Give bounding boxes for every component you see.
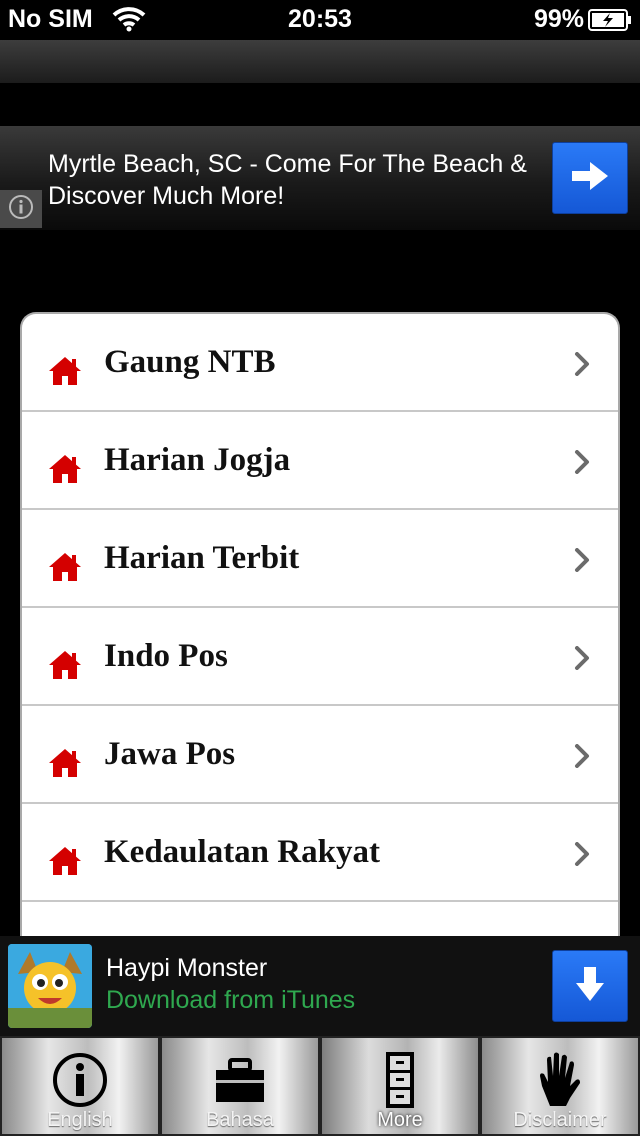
- ad-text[interactable]: Myrtle Beach, SC - Come For The Beach & …: [48, 148, 538, 212]
- info-icon: [8, 194, 34, 225]
- tab-label: English: [47, 1109, 113, 1131]
- list-item-label: Gaung NTB: [104, 344, 276, 380]
- hand-icon: [482, 1050, 638, 1110]
- house-icon: [48, 552, 82, 587]
- tab-bar: English Bahasa More Disclaimer: [0, 1036, 640, 1136]
- list-item[interactable]: Gaung NTB: [22, 314, 618, 412]
- download-button[interactable]: [552, 950, 628, 1022]
- ad-banner[interactable]: Myrtle Beach, SC - Come For The Beach & …: [0, 126, 640, 230]
- navigation-bar: [0, 40, 640, 84]
- newspaper-list: Gaung NTB Harian Jogja Harian Terbit Indo P…: [20, 312, 620, 936]
- chevron-right-icon: [574, 352, 590, 381]
- list-item[interactable]: [22, 902, 618, 936]
- list-item[interactable]: Harian Terbit: [22, 510, 618, 608]
- chevron-right-icon: [574, 646, 590, 675]
- tab-disclaimer[interactable]: Disclaimer: [480, 1036, 640, 1136]
- ad-go-button[interactable]: [552, 142, 628, 214]
- list-item[interactable]: Indo Pos: [22, 608, 618, 706]
- app-ad-banner[interactable]: Haypi Monster Download from iTunes: [0, 936, 640, 1036]
- info-circle-icon: [2, 1050, 158, 1110]
- chevron-right-icon: [574, 450, 590, 479]
- tab-label: Bahasa: [206, 1109, 274, 1131]
- briefcase-icon: [162, 1050, 318, 1110]
- cabinet-icon: [322, 1050, 478, 1110]
- app-download-label[interactable]: Download from iTunes: [106, 986, 355, 1015]
- tab-more[interactable]: More: [320, 1036, 480, 1136]
- battery-icon: [588, 9, 632, 36]
- app-name[interactable]: Haypi Monster: [106, 954, 267, 983]
- house-icon: [48, 846, 82, 881]
- house-icon: [48, 454, 82, 489]
- tab-english[interactable]: English: [0, 1036, 160, 1136]
- ad-info-button[interactable]: [0, 190, 42, 228]
- list-item-label: Kedaulatan Rakyat: [104, 834, 380, 870]
- list-item[interactable]: Jawa Pos: [22, 706, 618, 804]
- list-item[interactable]: Kedaulatan Rakyat: [22, 804, 618, 902]
- chevron-right-icon: [574, 548, 590, 577]
- list-item-label: Harian Jogja: [104, 442, 291, 478]
- house-icon: [48, 650, 82, 685]
- battery-percentage: 99%: [533, 5, 584, 33]
- status-bar: No SIM 20:53 99%: [0, 0, 640, 40]
- tab-bahasa[interactable]: Bahasa: [160, 1036, 320, 1136]
- list-item-label: Harian Terbit: [104, 540, 300, 576]
- tab-label: More: [377, 1109, 423, 1131]
- chevron-right-icon: [574, 842, 590, 871]
- app-icon[interactable]: [8, 944, 92, 1028]
- list-item-label: Jawa Pos: [104, 736, 236, 772]
- arrow-down-icon: [574, 965, 606, 1008]
- house-icon: [48, 748, 82, 783]
- house-icon: [48, 356, 82, 391]
- list-item[interactable]: Harian Jogja: [22, 412, 618, 510]
- chevron-right-icon: [574, 744, 590, 773]
- list-item-label: Indo Pos: [104, 638, 228, 674]
- arrow-right-icon: [570, 160, 610, 197]
- tab-label: Disclaimer: [513, 1109, 607, 1131]
